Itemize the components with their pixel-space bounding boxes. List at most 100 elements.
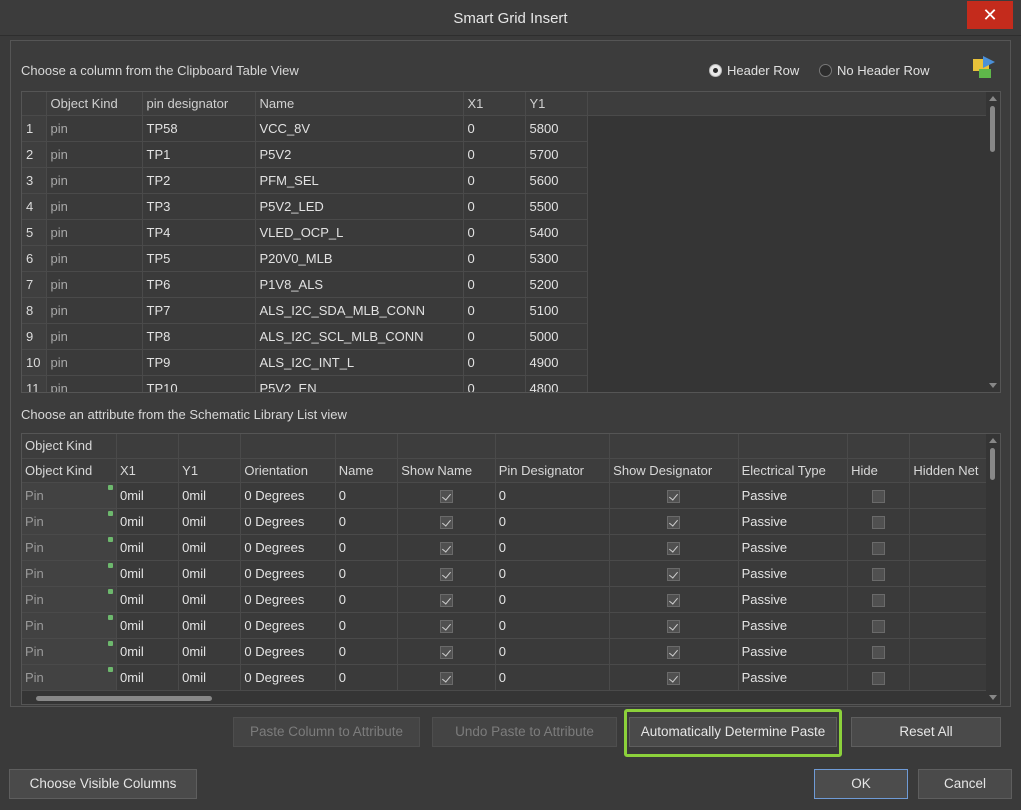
table-cell[interactable]: pin bbox=[46, 115, 143, 142]
checkbox[interactable] bbox=[872, 489, 886, 503]
y1-cell[interactable]: 0mil bbox=[178, 482, 242, 509]
row-number[interactable]: 9 bbox=[22, 323, 47, 350]
undo-paste-button[interactable]: Undo Paste to Attribute bbox=[432, 717, 617, 747]
library-column-header[interactable]: Name bbox=[335, 458, 399, 483]
library-column-header[interactable]: Y1 bbox=[178, 458, 242, 483]
x1-cell[interactable]: 0mil bbox=[116, 560, 180, 587]
pin-designator-cell[interactable]: 0 bbox=[495, 508, 611, 535]
show-name-cell[interactable] bbox=[397, 664, 496, 691]
show-designator-cell[interactable] bbox=[609, 482, 739, 509]
kind-cell[interactable]: Pin bbox=[22, 638, 117, 665]
clipboard-column-header[interactable]: X1 bbox=[463, 92, 526, 116]
scroll-thumb[interactable] bbox=[990, 448, 995, 480]
library-column-header[interactable]: Electrical Type bbox=[738, 458, 849, 483]
library-table-row[interactable]: Pin 0mil 0mil 0 Degrees 0 0 Passive bbox=[22, 560, 1000, 587]
pin-designator-cell[interactable]: 0 bbox=[495, 664, 611, 691]
name-cell[interactable]: 0 bbox=[335, 612, 399, 639]
library-column-header[interactable]: Show Designator bbox=[609, 458, 739, 483]
x1-cell[interactable]: 0mil bbox=[116, 534, 180, 561]
table-cell[interactable]: pin bbox=[46, 375, 143, 392]
table-cell[interactable]: pin bbox=[46, 297, 143, 324]
scroll-up-icon[interactable] bbox=[989, 438, 997, 443]
hscroll-thumb[interactable] bbox=[36, 696, 212, 701]
table-cell[interactable]: 0 bbox=[463, 193, 526, 220]
clipboard-column-header[interactable] bbox=[22, 92, 47, 116]
table-cell[interactable]: 0 bbox=[463, 349, 526, 376]
name-cell[interactable]: 0 bbox=[335, 560, 399, 587]
name-cell[interactable]: 0 bbox=[335, 638, 399, 665]
orientation-cell[interactable]: 0 Degrees bbox=[240, 664, 336, 691]
show-designator-cell[interactable] bbox=[609, 586, 739, 613]
library-vertical-scrollbar[interactable] bbox=[986, 434, 1000, 704]
electrical-type-cell[interactable]: Passive bbox=[738, 638, 849, 665]
name-cell[interactable]: 0 bbox=[335, 508, 399, 535]
clipboard-table-row[interactable]: 10 pin TP9 ALS_I2C_INT_L 0 4900 bbox=[22, 349, 987, 376]
show-designator-cell[interactable] bbox=[609, 560, 739, 587]
kind-cell[interactable]: Pin bbox=[22, 586, 117, 613]
y1-cell[interactable]: 0mil bbox=[178, 664, 242, 691]
table-cell[interactable]: TP9 bbox=[142, 349, 256, 376]
table-cell[interactable]: pin bbox=[46, 167, 143, 194]
orientation-cell[interactable]: 0 Degrees bbox=[240, 560, 336, 587]
orientation-cell[interactable]: 0 Degrees bbox=[240, 586, 336, 613]
reset-all-button[interactable]: Reset All bbox=[851, 717, 1001, 747]
checkbox[interactable] bbox=[439, 489, 453, 503]
x1-cell[interactable]: 0mil bbox=[116, 612, 180, 639]
table-cell[interactable]: TP4 bbox=[142, 219, 256, 246]
library-table-row[interactable]: Pin 0mil 0mil 0 Degrees 0 0 Passive bbox=[22, 482, 1000, 509]
library-table-row[interactable]: Pin 0mil 0mil 0 Degrees 0 0 Passive bbox=[22, 534, 1000, 561]
table-cell[interactable]: TP5 bbox=[142, 245, 256, 272]
clipboard-table-row[interactable]: 4 pin TP3 P5V2_LED 0 5500 bbox=[22, 193, 987, 220]
x1-cell[interactable]: 0mil bbox=[116, 586, 180, 613]
checkbox[interactable] bbox=[872, 567, 886, 581]
scroll-up-icon[interactable] bbox=[989, 96, 997, 101]
table-cell[interactable]: 0 bbox=[463, 167, 526, 194]
checkbox[interactable] bbox=[667, 541, 681, 555]
table-cell[interactable]: pin bbox=[46, 349, 143, 376]
checkbox[interactable] bbox=[872, 593, 886, 607]
table-cell[interactable]: 0 bbox=[463, 271, 526, 298]
table-cell[interactable]: TP3 bbox=[142, 193, 256, 220]
kind-cell[interactable]: Pin bbox=[22, 508, 117, 535]
clipboard-table[interactable]: Object Kind pin designator Name X1 Y1 1 pin TP… bbox=[21, 91, 1001, 393]
table-cell[interactable]: 5700 bbox=[525, 141, 588, 168]
table-cell[interactable]: 5100 bbox=[525, 297, 588, 324]
library-table-row[interactable]: Pin 0mil 0mil 0 Degrees 0 0 Passive bbox=[22, 638, 1000, 665]
y1-cell[interactable]: 0mil bbox=[178, 508, 242, 535]
table-cell[interactable]: pin bbox=[46, 141, 143, 168]
y1-cell[interactable]: 0mil bbox=[178, 560, 242, 587]
table-cell[interactable]: TP7 bbox=[142, 297, 256, 324]
auto-determine-paste-button[interactable]: Automatically Determine Paste bbox=[629, 717, 837, 747]
show-name-cell[interactable] bbox=[397, 638, 496, 665]
orientation-cell[interactable]: 0 Degrees bbox=[240, 638, 336, 665]
show-name-cell[interactable] bbox=[397, 612, 496, 639]
clipboard-column-header[interactable]: Name bbox=[255, 92, 464, 116]
checkbox[interactable] bbox=[872, 645, 886, 659]
hide-cell[interactable] bbox=[847, 586, 911, 613]
table-cell[interactable]: 0 bbox=[463, 219, 526, 246]
hide-cell[interactable] bbox=[847, 612, 911, 639]
show-designator-cell[interactable] bbox=[609, 534, 739, 561]
cancel-button[interactable]: Cancel bbox=[918, 769, 1012, 799]
clipboard-vertical-scrollbar[interactable] bbox=[986, 92, 1000, 392]
orientation-cell[interactable]: 0 Degrees bbox=[240, 508, 336, 535]
checkbox[interactable] bbox=[439, 671, 453, 685]
kind-cell[interactable]: Pin bbox=[22, 482, 117, 509]
show-designator-cell[interactable] bbox=[609, 664, 739, 691]
table-cell[interactable]: TP8 bbox=[142, 323, 256, 350]
library-table-row[interactable]: Pin 0mil 0mil 0 Degrees 0 0 Passive bbox=[22, 612, 1000, 639]
row-number[interactable]: 1 bbox=[22, 115, 47, 142]
checkbox[interactable] bbox=[439, 541, 453, 555]
clipboard-table-row[interactable]: 9 pin TP8 ALS_I2C_SCL_MLB_CONN 0 5000 bbox=[22, 323, 987, 350]
checkbox[interactable] bbox=[667, 645, 681, 659]
orientation-cell[interactable]: 0 Degrees bbox=[240, 534, 336, 561]
header-row-radio[interactable]: Header Row bbox=[709, 63, 799, 78]
no-header-row-radio[interactable]: No Header Row bbox=[819, 63, 930, 78]
checkbox[interactable] bbox=[872, 541, 886, 555]
checkbox[interactable] bbox=[439, 567, 453, 581]
clipboard-table-row[interactable]: 1 pin TP58 VCC_8V 0 5800 bbox=[22, 115, 987, 142]
row-number[interactable]: 5 bbox=[22, 219, 47, 246]
clipboard-column-header[interactable]: Y1 bbox=[525, 92, 588, 116]
pin-designator-cell[interactable]: 0 bbox=[495, 586, 611, 613]
row-number[interactable]: 2 bbox=[22, 141, 47, 168]
